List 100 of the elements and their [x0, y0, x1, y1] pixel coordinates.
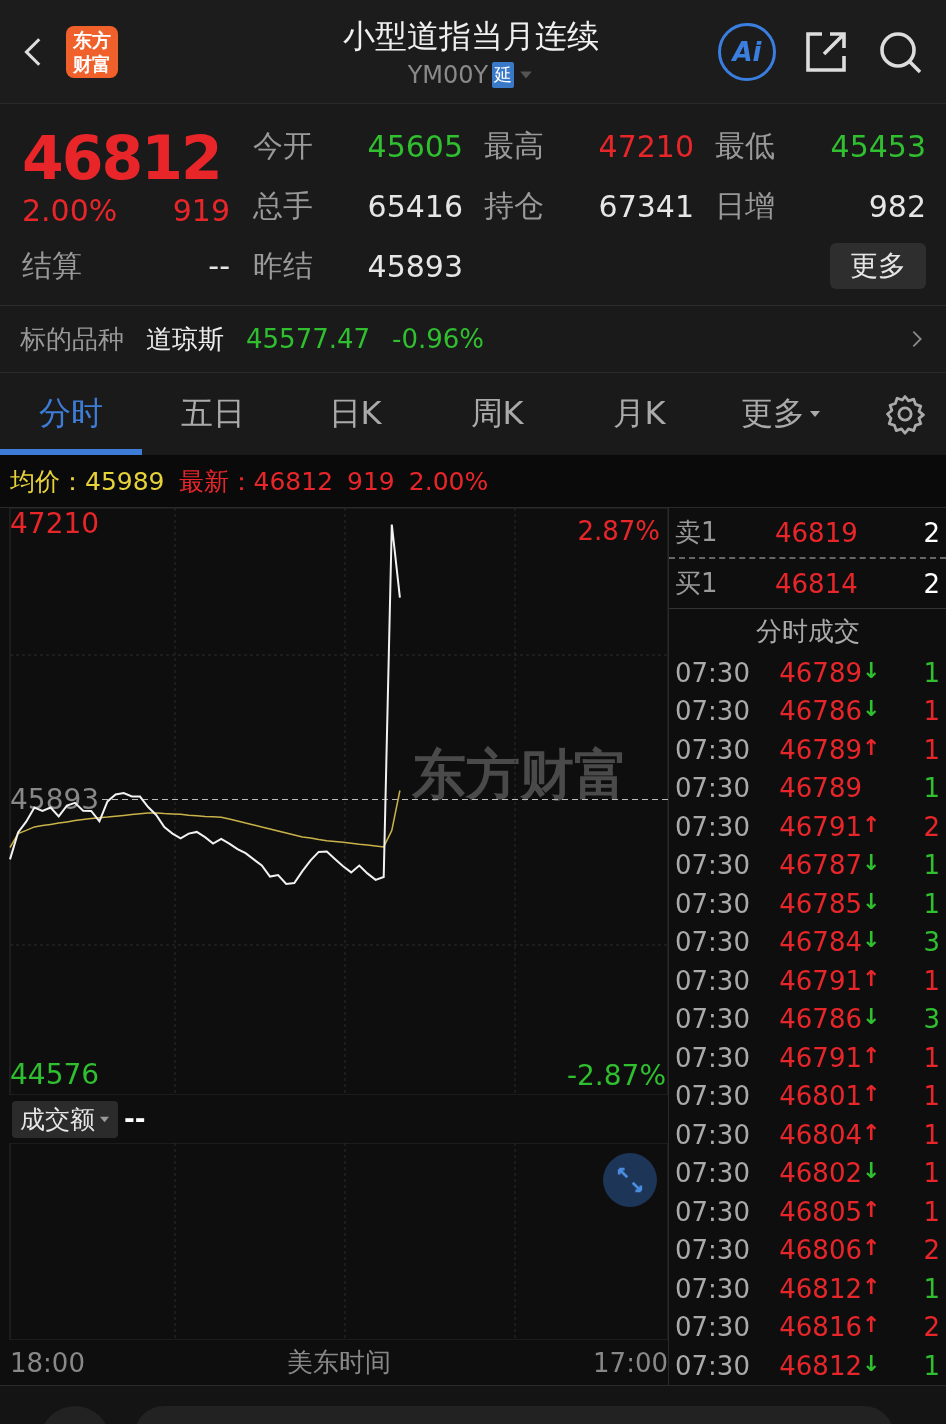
change-value: 919 [172, 196, 230, 230]
trade-time: 07:30 [675, 1196, 751, 1227]
delay-badge: 延 [492, 61, 515, 88]
up-arrow: ↑ [862, 1312, 880, 1340]
trade-price: 46789 [779, 657, 862, 688]
order-volume: 2 [923, 517, 940, 548]
settings-icon[interactable] [884, 393, 926, 435]
trade-price: 46786 [779, 696, 862, 727]
trade-price: 46806 [779, 1235, 862, 1266]
axis-label: 44576 [10, 1059, 100, 1090]
change-percent: 2.00% [22, 196, 118, 230]
trade-time: 07:30 [675, 696, 751, 727]
chart-tab[interactable]: 周K [426, 372, 568, 456]
order-label: 卖1 [675, 516, 719, 550]
trade-time: 07:30 [675, 965, 751, 996]
indicator-value: -- [124, 1104, 146, 1134]
trade-price: 46802 [779, 1158, 862, 1189]
trade-time: 07:30 [675, 1312, 751, 1343]
chart-tab[interactable]: 日K [284, 372, 426, 456]
stat-value: -- [208, 247, 230, 285]
down-arrow: ↓ [862, 657, 880, 685]
trade-time: 07:30 [675, 1004, 751, 1035]
more-button[interactable]: 更多 [830, 243, 926, 289]
trade-time: 07:30 [675, 773, 751, 804]
trade-volume: 1 [922, 1350, 940, 1381]
chart-watermark: 东方财富 [412, 748, 628, 802]
trades-title: 分时成交 [754, 614, 861, 648]
underlying-change: -0.96% [392, 324, 485, 354]
axis-label: 2.87% [576, 515, 661, 549]
trade-time: 07:30 [675, 850, 751, 881]
order-volume: 2 [923, 568, 940, 599]
trade-volume: 2 [922, 1235, 940, 1266]
ai-button[interactable]: Ai [718, 22, 776, 81]
stat-value: 65416 [366, 188, 463, 224]
order-price: 46814 [775, 568, 859, 599]
up-arrow: ↑ [862, 1273, 880, 1301]
trade-volume: 2 [922, 1312, 940, 1343]
expand-icon[interactable] [603, 1153, 657, 1207]
trade-time: 07:30 [675, 1119, 751, 1150]
trade-price: 46812 [779, 1273, 862, 1304]
chart-tab[interactable]: 五日 [142, 372, 284, 456]
stat-label: 最低 [714, 126, 776, 165]
trade-time: 07:30 [675, 1273, 751, 1304]
trade-time: 07:30 [675, 888, 751, 919]
trade-time: 07:30 [675, 1235, 751, 1266]
contract-code: YM00Y [407, 60, 489, 89]
down-arrow: ↓ [862, 1004, 880, 1032]
trade-price: 46791 [779, 965, 862, 996]
down-arrow: ↓ [862, 888, 880, 916]
down-arrow: ↓ [862, 850, 880, 878]
trade-time: 07:30 [675, 1081, 751, 1112]
trade-volume: 1 [922, 965, 940, 996]
up-arrow: ↑ [862, 1042, 880, 1070]
stat-value: 45893 [366, 248, 463, 284]
trade-volume: 1 [922, 773, 940, 804]
stat-label: 持仓 [483, 186, 545, 225]
stat-label: 昨结 [253, 246, 314, 285]
trade-volume: 1 [922, 657, 940, 688]
up-arrow: ↑ [862, 1119, 880, 1147]
trade-price: 46786 [779, 1004, 862, 1035]
stat-value: 47210 [597, 128, 694, 164]
trade-time: 07:30 [675, 811, 751, 842]
trade-time: 07:30 [675, 734, 751, 765]
trade-volume: 1 [922, 1273, 940, 1304]
latest-price: 最新：46812 [178, 465, 334, 498]
order-price: 46819 [775, 517, 859, 548]
trade-price: 46787 [779, 850, 862, 881]
underlying-label: 标的品种 [20, 322, 124, 356]
trade-volume: 1 [922, 1158, 940, 1189]
stat-value: 982 [867, 188, 926, 224]
up-arrow: ↑ [862, 1081, 880, 1109]
trade-price: 46805 [779, 1196, 862, 1227]
page-title: 小型道指当月连续 [343, 15, 599, 57]
trade-volume: 1 [922, 850, 940, 881]
trade-volume: 1 [922, 1081, 940, 1112]
trade-volume: 1 [922, 888, 940, 919]
indicator-dropdown[interactable]: 成交额 [12, 1100, 118, 1138]
down-arrow: ↓ [862, 696, 880, 724]
trade-time: 07:30 [675, 1158, 751, 1189]
trade-time: 07:30 [675, 1042, 751, 1073]
trade-volume: 1 [922, 734, 940, 765]
trade-volume: 1 [922, 1042, 940, 1073]
change-percent: 2.00% [408, 466, 489, 496]
underlying-name: 道琼斯 [146, 322, 224, 356]
stat-value: 45453 [829, 128, 926, 164]
time-label: 17:00 [593, 1347, 668, 1378]
stat-value: 45605 [366, 128, 463, 164]
trade-time: 07:30 [675, 657, 751, 688]
trade-time: 07:30 [675, 1350, 751, 1381]
chart-tab[interactable]: 月K [568, 372, 710, 456]
axis-label: 47210 [10, 509, 100, 540]
underlying-row[interactable]: 标的品种 道琼斯 45577.47 -0.96% [0, 305, 946, 372]
stat-label: 最高 [483, 126, 545, 165]
time-zone-label: 美东时间 [287, 1346, 391, 1379]
trade-volume: 1 [922, 1119, 940, 1150]
down-arrow: ↓ [862, 1350, 880, 1378]
trade-volume: 1 [922, 1196, 940, 1227]
trade-price: 46784 [779, 927, 862, 958]
down-arrow: ↓ [862, 1158, 880, 1186]
chart-tab[interactable]: 更多 [710, 372, 852, 456]
